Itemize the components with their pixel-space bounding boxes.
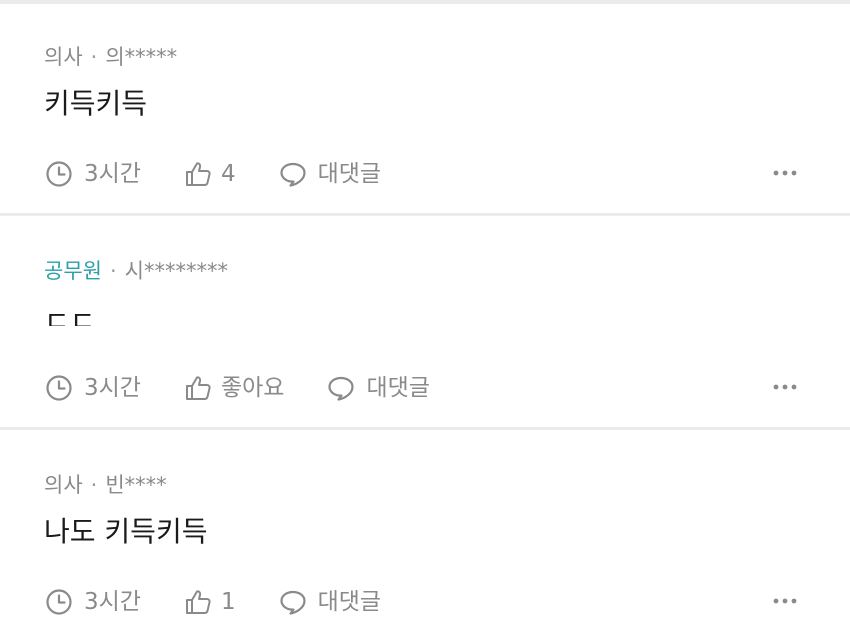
speech-bubble-icon (280, 590, 306, 615)
more-options-button[interactable] (772, 158, 798, 188)
clock-icon (46, 375, 72, 401)
comment-actions: 3시간 4 대댓글 (44, 154, 423, 194)
like-label: 좋아요 (220, 375, 285, 401)
comment-item: 공무원 · 시******** ㄷㄷ 3시간 좋아요 대댓글 (0, 218, 850, 430)
like-button[interactable]: 좋아요 (183, 373, 284, 403)
comment-text: 키득키득 (44, 87, 148, 120)
time-info: 3시간 (44, 587, 141, 617)
author-job: 공무원 (44, 259, 102, 283)
reply-label: 대댓글 (317, 589, 382, 615)
author-name: 의***** (105, 45, 178, 69)
thumbs-up-icon (185, 162, 211, 186)
more-dots-icon (773, 170, 797, 176)
reply-label: 대댓글 (366, 375, 430, 401)
comment-meta: 의사 · 의***** (44, 44, 177, 70)
time-label: 3시간 (84, 375, 141, 401)
like-count: 4 (220, 161, 236, 187)
meta-separator: · (109, 259, 117, 283)
more-options-button[interactable] (772, 586, 798, 616)
speech-bubble-icon (328, 376, 355, 401)
thumbs-up-icon (185, 590, 211, 614)
like-button[interactable]: 4 (183, 159, 236, 189)
time-label: 3시간 (84, 589, 141, 615)
like-button[interactable]: 1 (183, 587, 236, 617)
more-dots-icon (773, 384, 797, 390)
author-name: 시******** (124, 259, 228, 283)
meta-separator: · (90, 473, 98, 497)
more-dots-icon (773, 598, 797, 604)
comment-item: 의사 · 빈**** 나도 키득키득 3시간 1 대댓글 (0, 432, 850, 644)
more-options-button[interactable] (772, 372, 798, 402)
reply-label: 대댓글 (317, 161, 382, 187)
reply-button[interactable]: 대댓글 (326, 373, 430, 403)
comment-text: 나도 키득키득 (44, 515, 208, 548)
time-info: 3시간 (44, 373, 141, 403)
time-label: 3시간 (84, 161, 141, 187)
reply-button[interactable]: 대댓글 (278, 159, 381, 189)
comment-item: 의사 · 의***** 키득키득 3시간 4 대댓글 (0, 4, 850, 216)
thumbs-up-icon (185, 376, 211, 400)
comment-meta: 의사 · 빈**** (44, 472, 167, 498)
speech-bubble-icon (280, 162, 306, 187)
meta-separator: · (90, 45, 98, 69)
comment-actions: 3시간 1 대댓글 (44, 582, 423, 622)
comment-meta: 공무원 · 시******** (44, 258, 228, 284)
clock-icon (46, 589, 72, 615)
clock-icon (46, 161, 72, 187)
author-job: 의사 (44, 473, 83, 497)
comment-text: ㄷㄷ (44, 305, 96, 326)
time-info: 3시간 (44, 159, 141, 189)
comment-actions: 3시간 좋아요 대댓글 (44, 368, 472, 408)
reply-button[interactable]: 대댓글 (278, 587, 381, 617)
author-job: 의사 (44, 45, 83, 69)
author-name: 빈**** (105, 473, 167, 497)
like-count: 1 (220, 589, 236, 615)
